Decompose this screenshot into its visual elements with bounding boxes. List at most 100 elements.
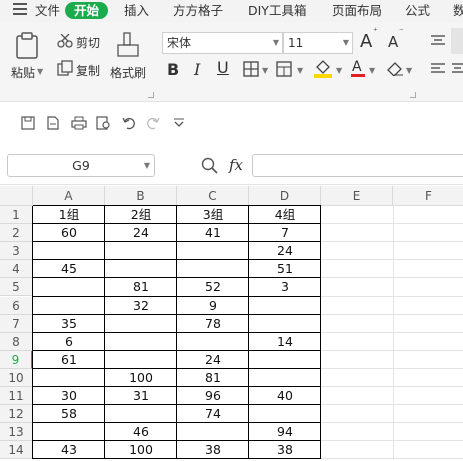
format-painter-icon[interactable] bbox=[116, 32, 140, 58]
shrink-font-button[interactable]: A bbox=[388, 33, 398, 51]
copy-icon[interactable] bbox=[57, 60, 73, 76]
align-middle-button[interactable] bbox=[451, 28, 463, 54]
bold-button[interactable]: B bbox=[167, 60, 179, 79]
clipboard-dialog-launcher-icon[interactable] bbox=[148, 92, 154, 98]
table-cell[interactable]: 41 bbox=[177, 224, 249, 242]
select-all-corner[interactable] bbox=[0, 186, 33, 206]
table-cell[interactable] bbox=[33, 278, 105, 296]
tab-fangfang-grid[interactable]: 方方格子 bbox=[173, 2, 223, 19]
table-cell[interactable]: 45 bbox=[33, 260, 105, 278]
table-cell[interactable] bbox=[105, 333, 177, 351]
row-header[interactable]: 2 bbox=[0, 224, 33, 243]
name-box[interactable]: G9 ▼ bbox=[7, 154, 155, 177]
table-cell[interactable]: 24 bbox=[105, 224, 177, 242]
table-cell[interactable] bbox=[177, 260, 249, 278]
export-pdf-icon[interactable] bbox=[46, 116, 60, 130]
tab-insert[interactable]: 插入 bbox=[124, 2, 149, 19]
table-cell[interactable] bbox=[33, 242, 105, 260]
table-cell[interactable]: 61 bbox=[33, 351, 105, 369]
underline-button[interactable]: U bbox=[217, 58, 229, 77]
tab-page-layout[interactable]: 页面布局 bbox=[332, 2, 382, 19]
print-preview-icon[interactable] bbox=[96, 116, 112, 130]
customize-toolbar-icon[interactable] bbox=[173, 118, 185, 128]
table-cell[interactable]: 100 bbox=[105, 441, 177, 459]
table-cell[interactable]: 24 bbox=[177, 351, 249, 369]
borders-icon[interactable] bbox=[243, 61, 259, 77]
tab-diy-toolbox[interactable]: DIY工具箱 bbox=[248, 2, 306, 19]
row-header[interactable]: 4 bbox=[0, 260, 33, 279]
column-header-a[interactable]: A bbox=[33, 186, 105, 206]
column-header-d[interactable]: D bbox=[249, 186, 321, 206]
row-header[interactable]: 10 bbox=[0, 368, 33, 387]
eraser-icon[interactable] bbox=[386, 60, 404, 76]
table-cell[interactable]: 38 bbox=[249, 441, 321, 459]
menu-file[interactable]: 文件 bbox=[35, 2, 60, 19]
italic-button[interactable]: I bbox=[194, 60, 200, 79]
paste-label[interactable]: 粘贴 bbox=[11, 64, 35, 81]
table-cell[interactable]: 3 bbox=[249, 278, 321, 296]
table-cell[interactable]: 60 bbox=[33, 224, 105, 242]
table-cell[interactable]: 78 bbox=[177, 315, 249, 333]
column-header-e[interactable]: E bbox=[321, 186, 393, 206]
table-cell[interactable] bbox=[33, 297, 105, 315]
row-header[interactable]: 11 bbox=[0, 387, 33, 406]
hamburger-menu-icon[interactable] bbox=[13, 3, 27, 15]
row-header[interactable]: 3 bbox=[0, 242, 33, 261]
undo-icon[interactable] bbox=[122, 116, 136, 130]
table-cell[interactable]: 6 bbox=[33, 333, 105, 351]
table-cell[interactable]: 96 bbox=[177, 387, 249, 405]
cut-button[interactable]: 剪切 bbox=[76, 34, 100, 51]
fill-pattern-dropdown-icon[interactable]: ▼ bbox=[297, 66, 303, 75]
fill-color-dropdown-icon[interactable]: ▼ bbox=[336, 66, 342, 75]
table-cell[interactable]: 30 bbox=[33, 387, 105, 405]
paste-icon[interactable] bbox=[14, 32, 40, 60]
table-cell[interactable]: 100 bbox=[105, 369, 177, 387]
header-cell[interactable]: 1组 bbox=[33, 206, 105, 224]
row-header[interactable]: 6 bbox=[0, 296, 33, 315]
tab-formulas[interactable]: 公式 bbox=[405, 2, 430, 19]
align-left-icon[interactable] bbox=[430, 62, 446, 76]
table-cell[interactable]: 24 bbox=[249, 242, 321, 260]
header-cell[interactable]: 4组 bbox=[249, 206, 321, 224]
table-cell[interactable]: 81 bbox=[177, 369, 249, 387]
print-icon[interactable] bbox=[71, 116, 87, 130]
format-painter-button[interactable]: 格式刷 bbox=[110, 64, 146, 81]
column-header-c[interactable]: C bbox=[177, 186, 249, 206]
header-cell[interactable]: 2组 bbox=[105, 206, 177, 224]
column-header-f[interactable]: F bbox=[393, 186, 463, 206]
table-cell[interactable] bbox=[249, 405, 321, 423]
tab-home[interactable]: 开始 bbox=[65, 2, 109, 19]
table-cell[interactable] bbox=[105, 405, 177, 423]
table-cell[interactable] bbox=[249, 297, 321, 315]
table-cell[interactable] bbox=[177, 242, 249, 260]
align-top-icon[interactable] bbox=[430, 34, 446, 48]
table-cell[interactable]: 81 bbox=[105, 278, 177, 296]
table-cell[interactable]: 7 bbox=[249, 224, 321, 242]
font-color-dropdown-icon[interactable]: ▼ bbox=[369, 66, 375, 75]
scissors-icon[interactable] bbox=[57, 34, 73, 48]
table-cell[interactable]: 38 bbox=[177, 441, 249, 459]
header-cell[interactable]: 3组 bbox=[177, 206, 249, 224]
row-header[interactable]: 5 bbox=[0, 278, 33, 297]
table-cell[interactable]: 35 bbox=[33, 315, 105, 333]
fill-pattern-icon[interactable] bbox=[276, 61, 294, 77]
formula-input[interactable] bbox=[252, 154, 463, 177]
row-header[interactable]: 9 bbox=[0, 350, 33, 369]
function-button[interactable]: fx bbox=[229, 156, 243, 174]
table-cell[interactable] bbox=[105, 260, 177, 278]
table-cell[interactable]: 74 bbox=[177, 405, 249, 423]
table-cell[interactable]: 58 bbox=[33, 405, 105, 423]
table-cell[interactable]: 51 bbox=[249, 260, 321, 278]
row-header[interactable]: 12 bbox=[0, 405, 33, 424]
table-cell[interactable] bbox=[177, 423, 249, 441]
grow-font-button[interactable]: A bbox=[360, 31, 372, 52]
row-header[interactable]: 8 bbox=[0, 332, 33, 351]
table-cell[interactable]: 43 bbox=[33, 441, 105, 459]
font-color-icon[interactable]: A bbox=[350, 58, 366, 78]
save-icon[interactable] bbox=[21, 116, 35, 130]
font-name-select[interactable]: 宋体 ▼ bbox=[162, 32, 283, 54]
column-header-b[interactable]: B bbox=[105, 186, 177, 206]
table-cell[interactable]: 52 bbox=[177, 278, 249, 296]
table-cell[interactable] bbox=[105, 351, 177, 369]
font-size-select[interactable]: 11 ▼ bbox=[283, 32, 353, 54]
